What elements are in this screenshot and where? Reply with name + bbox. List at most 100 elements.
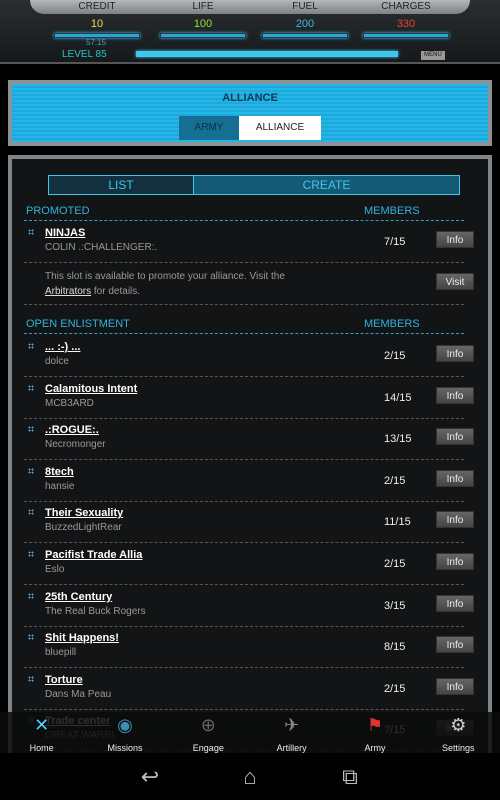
alliance-panel: LIST CREATE PROMOTED MEMBERS NINJAS COLIN… (8, 155, 492, 755)
info-button[interactable]: Info (436, 636, 474, 654)
stat-value: 200 (295, 18, 315, 30)
nav-missions[interactable]: ◉ Missions (83, 712, 166, 753)
nav-home[interactable]: ✕ Home (0, 712, 83, 753)
info-button[interactable]: Info (436, 345, 474, 362)
nav-label: Home (29, 743, 54, 753)
visit-button[interactable]: Visit (436, 273, 474, 290)
alliance-name-link[interactable]: Shit Happens! (45, 632, 119, 644)
bottom-nav: ✕ Home ◉ Missions ⊕ Engage ✈ Artillery ⚑ Army ⚙ Set… (0, 712, 500, 753)
list-item: Pacifist Trade Allia Eslo 2/15 Info (24, 543, 474, 585)
list-item: Torture Dans Ma Peau 2/15 Info (24, 668, 474, 710)
list-item: ... :-) ... dolce 2/15 Info (24, 335, 474, 377)
list-item: 8tech hansie 2/15 Info (24, 460, 474, 502)
alliance-name-link[interactable]: 25th Century (45, 591, 112, 603)
home-icon[interactable]: ⌂ (230, 764, 270, 790)
info-button[interactable]: Info (436, 428, 474, 446)
nav-engage[interactable]: ⊕ Engage (167, 712, 250, 753)
alliance-leader: MCB3ARD (45, 397, 94, 409)
bullet-icon (28, 467, 34, 474)
tab-alliance[interactable]: ALLIANCE (239, 116, 321, 140)
stat-bar (262, 33, 348, 38)
info-button[interactable]: Info (436, 594, 474, 612)
info-button[interactable]: Info (436, 469, 474, 487)
bullet-icon (28, 384, 34, 391)
info-button[interactable]: Info (436, 511, 474, 529)
gear-icon: ⚙ (450, 715, 467, 735)
alliance-leader: Eslo (45, 564, 65, 575)
tab-army[interactable]: ARMY (179, 116, 239, 140)
stat-bar (363, 33, 449, 38)
nav-settings[interactable]: ⚙ Settings (417, 712, 500, 753)
promo-text-1: This slot is available to promote your a… (45, 271, 285, 282)
alliance-leader: Dans Ma Peau (45, 688, 112, 700)
nav-label: Settings (442, 743, 475, 753)
back-icon[interactable]: ↩ (130, 764, 170, 790)
stat-credit: CREDIT 10 (47, 0, 147, 38)
stat-value: 100 (193, 18, 213, 30)
stat-label: FUEL (292, 1, 318, 12)
nav-label: Engage (192, 743, 224, 753)
nav-label: Artillery (276, 743, 307, 753)
alliance-leader: BuzzedLightRear (45, 522, 122, 534)
list-item: NINJAS COLIN .:CHALLENGER:. 7/15 Info (24, 221, 474, 263)
list-item: 25th Century The Real Buck Rogers 3/15 Info (24, 585, 474, 627)
crosshair-icon: ⊕ (200, 715, 216, 735)
alliance-name-link[interactable]: .:ROGUE:. (45, 424, 99, 436)
menu-button[interactable]: MENU (421, 51, 445, 60)
nav-artillery[interactable]: ✈ Artillery (250, 712, 333, 753)
nav-army[interactable]: ⚑ Army (333, 712, 416, 753)
flag-icon: ⚑ (366, 715, 384, 735)
stat-bar (160, 33, 246, 38)
alliance-name-link[interactable]: Pacifist Trade Allia (45, 549, 142, 561)
list-item: .:ROGUE:. Necromonger 13/15 Info (24, 418, 474, 461)
promo-text-2: for details. (91, 286, 141, 297)
tab-list[interactable]: LIST (49, 176, 194, 194)
info-button[interactable]: Info (436, 231, 474, 248)
member-count: 3/15 (384, 599, 406, 612)
alliance-leader: dolce (45, 356, 69, 367)
list-item: Calamitous Intent MCB3ARD 14/15 Info (24, 377, 474, 419)
arbitrators-link[interactable]: Arbitrators (45, 286, 91, 297)
alliance-leader: The Real Buck Rogers (45, 605, 146, 617)
alliance-name-link[interactable]: Torture (45, 674, 83, 686)
stat-label: CREDIT (78, 1, 116, 12)
promo-slot: This slot is available to promote your a… (24, 263, 474, 305)
alliance-name-link[interactable]: Calamitous Intent (45, 383, 137, 395)
tab-create[interactable]: CREATE (194, 176, 459, 194)
info-button[interactable]: Info (436, 553, 474, 570)
members-heading: MEMBERS (364, 318, 420, 330)
stat-charges: CHARGES 330 (356, 0, 456, 38)
bullet-icon (28, 551, 34, 557)
bullet-icon (28, 634, 34, 641)
alliance-name-link[interactable]: ... :-) ... (45, 341, 80, 353)
member-count: 2/15 (384, 558, 406, 570)
alliance-name-link[interactable]: Their Sexuality (45, 507, 123, 519)
alliance-leader: Necromonger (45, 439, 106, 451)
info-button[interactable]: Info (436, 386, 474, 404)
members-heading: MEMBERS (364, 205, 420, 217)
system-bar: ↩ ⌂ ⧉ (0, 753, 500, 800)
alliance-banner: ALLIANCE ARMY ALLIANCE (8, 80, 492, 146)
alliance-leader: COLIN .:CHALLENGER:. (45, 242, 158, 253)
bullet-icon (28, 343, 34, 349)
globe-icon: ◉ (117, 715, 133, 735)
member-count: 14/15 (384, 391, 412, 404)
jet-icon: ✈ (284, 715, 300, 735)
army-alliance-toggle: ARMY ALLIANCE (179, 116, 321, 140)
subtabs: LIST CREATE (48, 175, 460, 195)
list-item: Shit Happens! bluepill 8/15 Info (24, 626, 474, 669)
recents-icon[interactable]: ⧉ (330, 764, 370, 790)
info-button[interactable]: Info (436, 677, 474, 695)
stat-life: LIFE 100 (153, 0, 253, 38)
nav-label: Missions (107, 743, 143, 753)
timer: 57:15 (86, 38, 107, 47)
open-enlistment-header: OPEN ENLISTMENT MEMBERS (24, 318, 464, 334)
member-count: 2/15 (384, 350, 406, 362)
stat-value: 10 (90, 18, 104, 30)
bullet-icon (28, 229, 34, 235)
banner-title: ALLIANCE (222, 92, 278, 104)
member-count: 2/15 (384, 474, 406, 487)
member-count: 13/15 (384, 433, 412, 446)
alliance-name-link[interactable]: 8tech (45, 466, 74, 478)
alliance-name-link[interactable]: NINJAS (45, 227, 85, 239)
